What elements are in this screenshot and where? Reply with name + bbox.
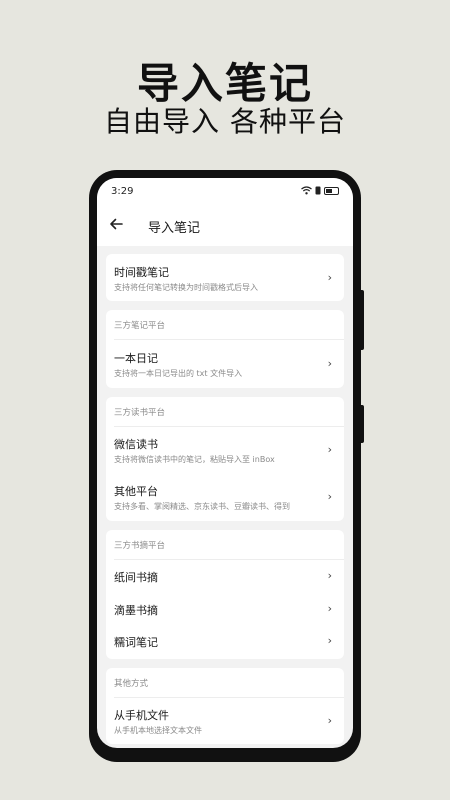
list-item-dimo[interactable]: 滴墨书摘 › — [106, 593, 344, 625]
section-label: 三方笔记平台 — [114, 321, 166, 331]
list-item-zhijian[interactable]: 纸间书摘 › — [106, 560, 344, 593]
row-title: 糯词笔记 — [114, 636, 158, 649]
page-title: 导入笔记 — [148, 221, 201, 236]
phone-side-button — [359, 405, 364, 443]
import-card-timestamp: 时间戳笔记 支持将任何笔记转换为时间戳格式后导入 › — [106, 254, 344, 301]
row-description: 支持将任何笔记转换为时间戳格式后导入 — [114, 283, 258, 292]
phone-screen: 3:29 导入笔记 时间戳笔记 支持将任何笔记转换为时间戳格式后导入 › 三方笔… — [97, 178, 353, 748]
section-label: 三方书摘平台 — [114, 541, 166, 551]
list-item-weread[interactable]: 微信读书 支持将微信读书中的笔记，粘贴导入至 inBox › — [106, 427, 344, 473]
chevron-right-icon: › — [327, 490, 332, 503]
chevron-right-icon: › — [327, 271, 332, 284]
status-icons — [301, 186, 339, 195]
row-title: 纸间书摘 — [114, 571, 158, 584]
status-time: 3:29 — [111, 186, 134, 197]
import-card-excerpts: 三方书摘平台 纸间书摘 › 滴墨书摘 › 糯词笔记 › — [106, 530, 344, 659]
row-description: 支持将一本日记导出的 txt 文件导入 — [114, 369, 243, 378]
chevron-right-icon: › — [327, 714, 332, 727]
chevron-right-icon: › — [327, 602, 332, 615]
chevron-right-icon: › — [327, 634, 332, 647]
sim-icon — [315, 186, 321, 195]
section-label: 其他方式 — [114, 679, 149, 689]
row-title: 时间戳笔记 — [114, 266, 169, 279]
promo-subtitle: 自由导入 各种平台 — [104, 105, 346, 138]
status-bar: 3:29 — [97, 178, 353, 206]
list-item-timestamp[interactable]: 时间戳笔记 支持将任何笔记转换为时间戳格式后导入 › — [106, 254, 344, 301]
chevron-right-icon: › — [327, 443, 332, 456]
row-description: 从手机本地选择文本文件 — [114, 726, 202, 735]
wifi-icon — [301, 186, 312, 195]
row-title: 微信读书 — [114, 438, 158, 451]
row-description: 支持多看、掌阅精选、京东读书、豆瓣读书、得到 — [114, 502, 290, 511]
import-card-reading: 三方读书平台 微信读书 支持将微信读书中的笔记，粘贴导入至 inBox › 其他… — [106, 397, 344, 521]
row-title: 一本日记 — [114, 352, 158, 365]
row-title: 从手机文件 — [114, 709, 169, 722]
row-description: 支持将微信读书中的笔记，粘贴导入至 inBox — [114, 455, 275, 464]
arrow-left-icon[interactable] — [109, 215, 127, 233]
row-title: 其他平台 — [114, 485, 158, 498]
list-item-nuoci[interactable]: 糯词笔记 › — [106, 625, 344, 657]
section-label: 三方读书平台 — [114, 408, 166, 418]
phone-side-button — [359, 290, 364, 350]
app-bar: 导入笔记 — [97, 206, 353, 246]
chevron-right-icon: › — [327, 569, 332, 582]
import-card-other: 其他方式 从手机文件 从手机本地选择文本文件 › — [106, 668, 344, 744]
list-item-other-platforms[interactable]: 其他平台 支持多看、掌阅精选、京东读书、豆瓣读书、得到 › — [106, 474, 344, 521]
list-item-phone-file[interactable]: 从手机文件 从手机本地选择文本文件 › — [106, 698, 344, 744]
battery-icon — [324, 186, 339, 195]
chevron-right-icon: › — [327, 357, 332, 370]
import-card-notes: 三方笔记平台 一本日记 支持将一本日记导出的 txt 文件导入 › — [106, 310, 344, 388]
list-item-diary[interactable]: 一本日记 支持将一本日记导出的 txt 文件导入 › — [106, 340, 344, 388]
row-title: 滴墨书摘 — [114, 604, 158, 617]
